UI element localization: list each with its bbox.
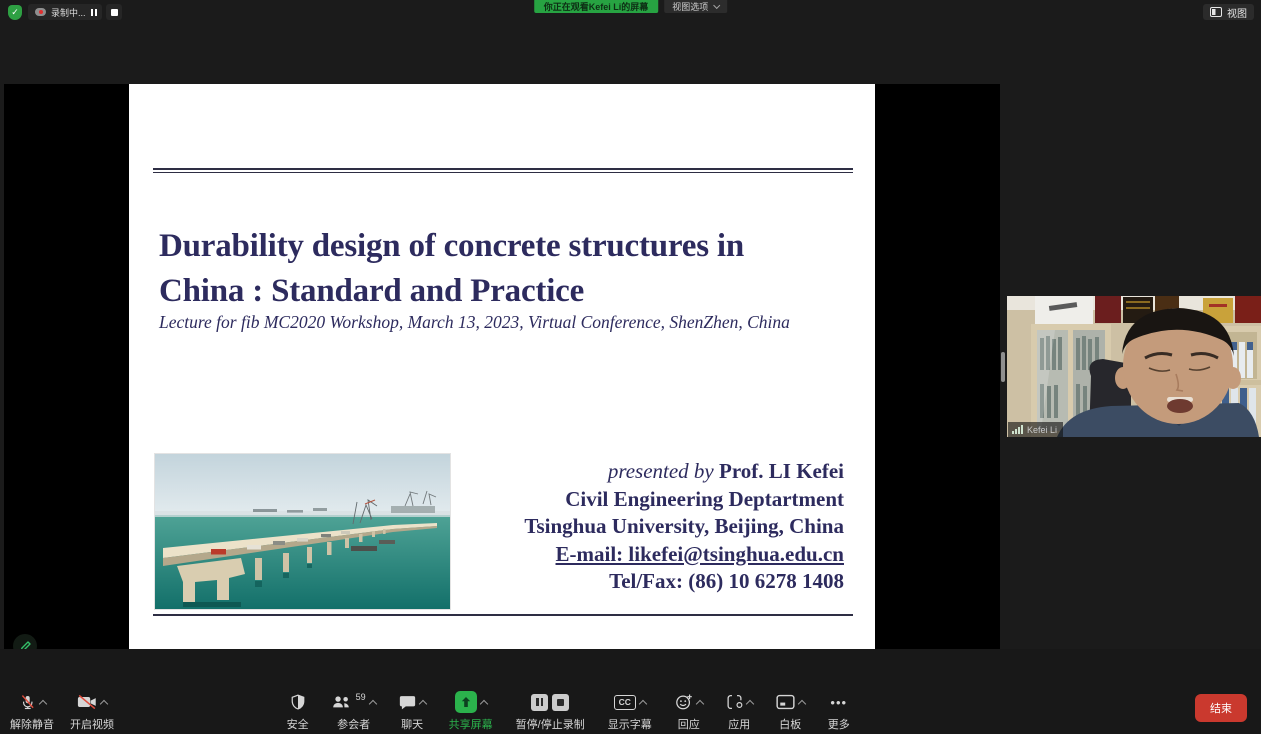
captions-button[interactable]: CC 显示字幕 — [608, 692, 652, 732]
unmute-button[interactable]: 解除静音 — [10, 692, 54, 732]
meeting-topbar: ✓ 录制中... 你正在观看Kefei Li的屏幕 视图选项 视图 — [0, 0, 1261, 23]
presented-by-line: presented by Prof. LI Kefei — [224, 458, 844, 486]
participants-button[interactable]: 59 参会者 — [332, 692, 376, 732]
chevron-up-icon[interactable] — [695, 699, 703, 707]
mic-muted-icon — [19, 693, 36, 711]
participants-count: 59 — [356, 692, 366, 702]
shield-icon — [290, 693, 306, 711]
presentation-slide: Durability design of concrete structures… — [129, 84, 875, 649]
share-screen-icon — [455, 691, 477, 713]
security-button[interactable]: 安全 — [287, 692, 309, 732]
chevron-up-icon[interactable] — [38, 699, 46, 707]
view-label: 视图 — [1227, 5, 1247, 20]
chat-bubble-icon — [399, 694, 416, 711]
view-options-label: 视图选项 — [672, 0, 708, 13]
university-line: Tsinghua University, Beijing, China — [224, 513, 844, 541]
slide-subtitle: Lecture for fib MC2020 Workshop, March 1… — [159, 312, 859, 333]
department-line: Civil Engineering Deptartment — [224, 486, 844, 514]
slide-bottom-rule — [153, 614, 853, 616]
watching-screen-banner: 你正在观看Kefei Li的屏幕 — [534, 0, 659, 13]
layout-view-icon — [1210, 7, 1222, 17]
participant-video-thumbnail[interactable]: Kefei Li — [1007, 296, 1261, 437]
email-line: E-mail: likefei@tsinghua.edu.cn — [224, 541, 844, 569]
apps-button[interactable]: 应用 — [726, 692, 753, 732]
network-signal-icon — [1012, 425, 1023, 434]
end-meeting-button[interactable]: 结束 — [1195, 694, 1247, 722]
pause-stop-recording-button[interactable]: 暂停/停止录制 — [516, 692, 585, 732]
slide-title: Durability design of concrete structures… — [159, 224, 849, 314]
stop-recording-icon[interactable] — [552, 694, 569, 711]
participant-name-tag: Kefei Li — [1008, 422, 1063, 437]
chevron-up-icon[interactable] — [745, 699, 753, 707]
more-dots-icon: ••• — [830, 695, 847, 710]
chevron-up-icon[interactable] — [638, 699, 646, 707]
chat-button[interactable]: 聊天 — [399, 692, 426, 732]
stop-icon — [111, 9, 118, 16]
panel-resize-handle[interactable] — [1001, 352, 1005, 382]
chevron-up-icon[interactable] — [479, 699, 487, 707]
pause-recording-icon[interactable] — [531, 694, 548, 711]
whiteboard-icon — [776, 694, 795, 710]
chevron-up-icon[interactable] — [100, 699, 108, 707]
cloud-recording-icon — [35, 8, 46, 16]
recording-label: 录制中... — [51, 6, 86, 19]
whiteboard-button[interactable]: 白板 — [776, 692, 805, 732]
shared-screen-area: Durability design of concrete structures… — [4, 84, 1000, 649]
recording-indicator[interactable]: 录制中... — [28, 4, 93, 20]
smiley-plus-icon — [675, 693, 693, 711]
stop-recording-button[interactable] — [106, 4, 122, 20]
share-screen-button[interactable]: 共享屏幕 — [449, 692, 493, 732]
view-button[interactable]: 视图 — [1203, 4, 1254, 20]
slide-top-rule — [153, 168, 853, 173]
cc-icon: CC — [614, 695, 636, 710]
security-shield-check-icon[interactable]: ✓ — [8, 5, 22, 20]
more-button[interactable]: ••• 更多 — [828, 692, 850, 732]
webcam-video-image — [1007, 296, 1261, 437]
apps-icon — [726, 693, 743, 711]
chevron-down-icon — [713, 2, 720, 9]
chevron-up-icon[interactable] — [368, 699, 376, 707]
check-icon: ✓ — [11, 7, 19, 18]
reactions-button[interactable]: 回应 — [675, 692, 703, 732]
chevron-up-icon[interactable] — [418, 699, 426, 707]
view-options-dropdown[interactable]: 视图选项 — [664, 0, 727, 13]
pause-recording-button[interactable] — [86, 4, 102, 20]
participants-icon — [332, 694, 351, 710]
meeting-toolbar: 解除静音 开启视频 — [0, 649, 1261, 734]
screen-share-banner-group: 你正在观看Kefei Li的屏幕 视图选项 — [534, 0, 728, 13]
presenter-info-block: presented by Prof. LI Kefei Civil Engine… — [224, 458, 844, 596]
chevron-up-icon[interactable] — [797, 699, 805, 707]
pause-icon — [91, 9, 93, 16]
camera-off-icon — [77, 694, 97, 710]
participant-name: Kefei Li — [1027, 425, 1057, 435]
telfax-line: Tel/Fax: (86) 10 6278 1408 — [224, 568, 844, 596]
start-video-button[interactable]: 开启视频 — [70, 692, 114, 732]
